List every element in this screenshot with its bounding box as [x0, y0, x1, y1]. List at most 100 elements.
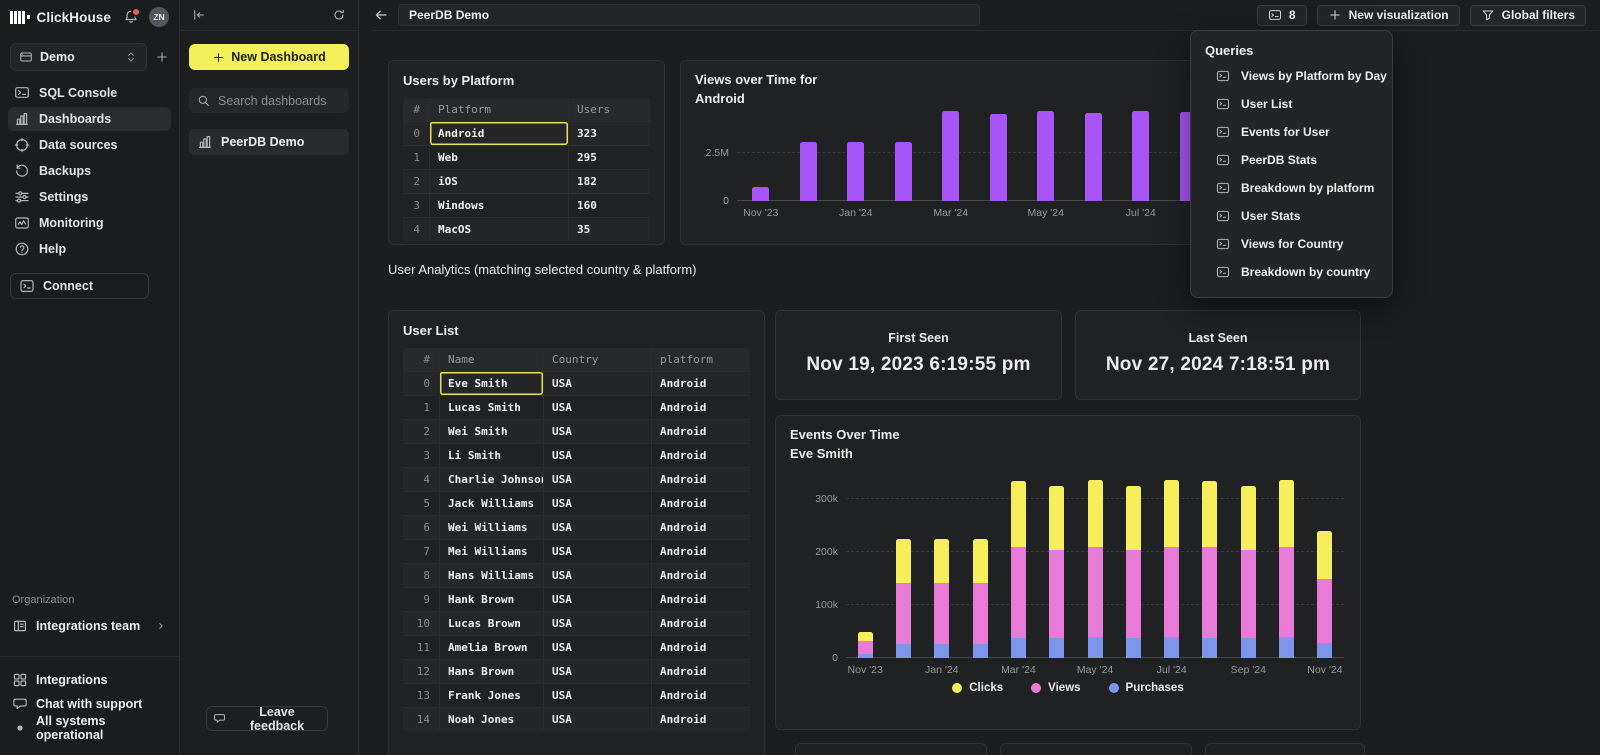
bar[interactable]: [800, 142, 817, 202]
sidebar-footer-all-systems-operational[interactable]: All systems operational: [12, 716, 167, 740]
name-cell[interactable]: Eve Smith: [439, 371, 543, 395]
bar[interactable]: [895, 142, 912, 202]
bar[interactable]: [942, 111, 959, 201]
last-seen-label: Last Seen: [1076, 331, 1360, 345]
bar[interactable]: [1132, 111, 1149, 201]
x-axis-tick: Nov '24: [1306, 664, 1344, 676]
avatar[interactable]: ZN: [149, 7, 169, 27]
x-axis-tick: Nov '23: [737, 207, 785, 219]
query-item-breakdown-by-country[interactable]: Breakdown by country: [1191, 258, 1392, 286]
bar[interactable]: [990, 114, 1007, 201]
bar[interactable]: [1317, 531, 1332, 658]
name-cell[interactable]: Hans Williams: [439, 563, 543, 587]
name-cell[interactable]: Wei Smith: [439, 419, 543, 443]
legend-item-purchases[interactable]: Purchases: [1109, 682, 1184, 694]
name-cell[interactable]: Charlie Johnson: [439, 467, 543, 491]
queries-count-button[interactable]: 8: [1257, 5, 1307, 26]
sidebar-item-monitoring[interactable]: Monitoring: [8, 211, 171, 235]
platform-cell[interactable]: iOS: [429, 169, 568, 193]
query-icon: [1215, 153, 1231, 167]
name-cell[interactable]: Wei Williams: [439, 515, 543, 539]
search-input[interactable]: [216, 93, 341, 109]
queries-menu-items: Views by Platform by DayUser ListEvents …: [1191, 62, 1392, 286]
sidebar-item-settings[interactable]: Settings: [8, 185, 171, 209]
bar[interactable]: [847, 142, 864, 202]
users-by-platform-panel: Users by Platform #PlatformUsers0Android…: [388, 60, 665, 245]
legend-item-clicks[interactable]: Clicks: [952, 682, 1003, 694]
bar[interactable]: [752, 187, 769, 201]
sidebar-item-label: Help: [39, 242, 66, 256]
bar[interactable]: [858, 632, 873, 658]
name-cell[interactable]: Hank Brown: [439, 587, 543, 611]
new-dashboard-button[interactable]: New Dashboard: [189, 44, 349, 70]
notifications-bell-icon[interactable]: [123, 9, 139, 25]
legend-item-views[interactable]: Views: [1031, 682, 1080, 694]
query-item-views-for-country[interactable]: Views for Country: [1191, 230, 1392, 258]
query-item-peerdb-stats[interactable]: PeerDB Stats: [1191, 146, 1392, 174]
organization-team-selector[interactable]: Integrations team: [12, 614, 167, 638]
dashboards-icon: [197, 134, 213, 150]
dashboard-list-item-peerdb-demo[interactable]: PeerDB Demo: [189, 129, 349, 155]
dashboard-title-input[interactable]: [398, 4, 980, 26]
query-icon: [1215, 209, 1231, 223]
query-item-user-list[interactable]: User List: [1191, 90, 1392, 118]
bar[interactable]: [1126, 486, 1141, 658]
organization-section: Organization Integrations team: [0, 594, 179, 638]
back-button[interactable]: [370, 7, 392, 23]
sidebar-item-dashboards[interactable]: Dashboards: [8, 107, 171, 131]
bar[interactable]: [1049, 486, 1064, 658]
sidebar-footer-integrations[interactable]: Integrations: [12, 668, 167, 692]
bar-segment: [896, 583, 911, 643]
connect-button[interactable]: Connect: [10, 273, 149, 299]
plus-icon: [1328, 8, 1342, 22]
global-filters-button[interactable]: Global filters: [1470, 5, 1586, 26]
name-cell[interactable]: Lucas Smith: [439, 395, 543, 419]
name-cell[interactable]: Frank Jones: [439, 683, 543, 707]
sidebar-item-sql-console[interactable]: SQL Console: [8, 81, 171, 105]
bar-segment: [1279, 637, 1294, 658]
leave-feedback-button[interactable]: Leave feedback: [206, 706, 328, 731]
name-cell[interactable]: Amelia Brown: [439, 635, 543, 659]
collapse-panel-icon[interactable]: [192, 8, 206, 22]
bar-segment: [1241, 486, 1256, 550]
bar[interactable]: [1037, 111, 1054, 201]
bar[interactable]: [1085, 113, 1102, 201]
dashboard-search[interactable]: [189, 88, 349, 113]
name-cell[interactable]: Hans Brown: [439, 659, 543, 683]
name-cell[interactable]: Lucas Brown: [439, 611, 543, 635]
panel-title: User List: [403, 323, 750, 338]
platform-cell[interactable]: Web: [429, 145, 568, 169]
bar[interactable]: [973, 539, 988, 658]
sidebar-item-help[interactable]: Help: [8, 237, 171, 261]
bar[interactable]: [896, 539, 911, 658]
integrations-icon: [12, 672, 28, 688]
bar[interactable]: [1164, 480, 1179, 658]
sidebar-item-backups[interactable]: Backups: [8, 159, 171, 183]
sidebar-item-data-sources[interactable]: Data sources: [8, 133, 171, 157]
bar[interactable]: [1088, 480, 1103, 658]
name-cell[interactable]: Jack Williams: [439, 491, 543, 515]
query-item-views-by-platform-by-day[interactable]: Views by Platform by Day: [1191, 62, 1392, 90]
platform-cell[interactable]: Android: [429, 121, 568, 145]
bar[interactable]: [1202, 481, 1217, 658]
name-cell[interactable]: Mei Williams: [439, 539, 543, 563]
bar[interactable]: [934, 539, 949, 658]
bar-segment: [896, 539, 911, 584]
refresh-icon[interactable]: [332, 8, 346, 22]
platform-cell[interactable]: MacOS: [429, 217, 568, 241]
new-visualization-button[interactable]: New visualization: [1317, 5, 1460, 26]
name-cell[interactable]: Li Smith: [439, 443, 543, 467]
platform-cell[interactable]: Windows: [429, 193, 568, 217]
bar[interactable]: [1011, 481, 1026, 658]
add-service-button[interactable]: [155, 50, 169, 64]
query-item-events-for-user[interactable]: Events for User: [1191, 118, 1392, 146]
query-item-user-stats[interactable]: User Stats: [1191, 202, 1392, 230]
name-cell[interactable]: Noah Jones: [439, 707, 543, 731]
service-selector[interactable]: Demo: [10, 43, 147, 71]
sidebar-footer-chat-with-support[interactable]: Chat with support: [12, 692, 167, 716]
dashboards-panel-toolbar: [180, 0, 358, 31]
query-item-breakdown-by-platform[interactable]: Breakdown by platform: [1191, 174, 1392, 202]
bar[interactable]: [1241, 486, 1256, 658]
first-seen-value: Nov 19, 2023 6:19:55 pm: [776, 354, 1061, 376]
bar[interactable]: [1279, 480, 1294, 658]
